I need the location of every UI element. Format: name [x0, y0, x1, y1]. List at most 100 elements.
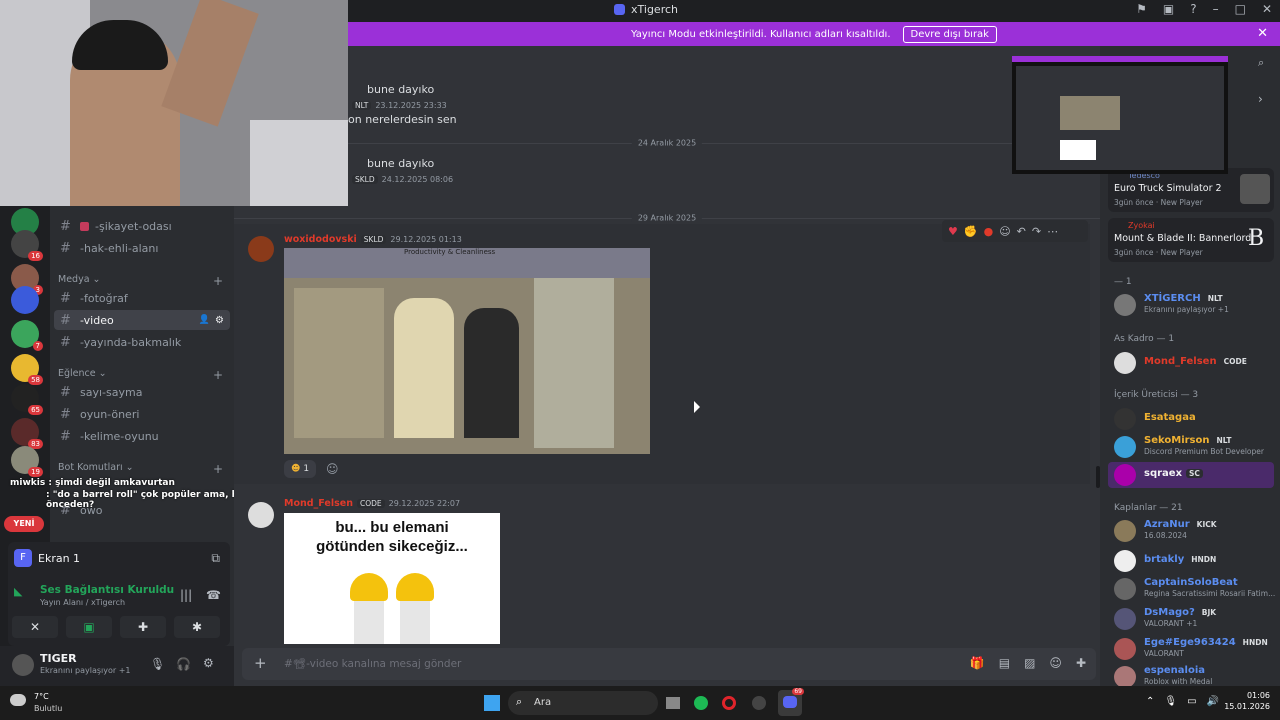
- gift-icon[interactable]: 🎁: [970, 656, 985, 670]
- steam-icon[interactable]: [752, 696, 766, 710]
- activities-button[interactable]: ✚: [120, 616, 166, 638]
- channel-sayi-sayma[interactable]: # sayı-sayma: [54, 382, 230, 402]
- add-channel-icon[interactable]: +: [213, 274, 223, 288]
- volume-icon[interactable]: 🔊: [1207, 696, 1219, 707]
- microphone-icon[interactable]: 🎙: [150, 657, 165, 671]
- settings-gear-icon[interactable]: ⚙: [215, 315, 224, 326]
- headphones-icon[interactable]: 🎧: [176, 657, 191, 671]
- share-screen-button[interactable]: ▣: [66, 616, 112, 638]
- apps-icon[interactable]: ✚: [1076, 656, 1086, 670]
- reaction-chip[interactable]: ☻ 1: [284, 460, 316, 478]
- clock[interactable]: 01:06 15.01.2026: [1224, 691, 1270, 711]
- monitor-icon[interactable]: ▣: [1163, 2, 1174, 16]
- opera-icon[interactable]: [722, 696, 736, 710]
- member-item[interactable]: brtakly HNDN: [1114, 548, 1274, 574]
- inbox-icon[interactable]: ⚑: [1136, 2, 1147, 16]
- taskbar-search[interactable]: ⌕ Ara: [508, 691, 658, 715]
- sticker-icon[interactable]: ▨: [1024, 656, 1035, 670]
- date-divider: 29 Aralık 2025: [234, 213, 1100, 223]
- member-item[interactable]: AzraNur KICK 16.08.2024: [1114, 518, 1274, 544]
- chevron-right-icon[interactable]: ›: [1258, 92, 1263, 106]
- discord-taskbar-icon[interactable]: 69: [778, 688, 804, 716]
- maximize-button[interactable]: □: [1235, 2, 1246, 16]
- emoji-icon[interactable]: ☺: [1049, 656, 1062, 670]
- more-icon[interactable]: ⋯: [1047, 225, 1058, 238]
- stream-preview[interactable]: [1012, 56, 1228, 174]
- search-icon[interactable]: ⌕: [1258, 56, 1264, 70]
- channel-sikayet-odasi[interactable]: # -şikayet-odası: [54, 216, 230, 236]
- red-circle-reaction-icon[interactable]: ●: [984, 225, 994, 238]
- minimize-button[interactable]: –: [1213, 2, 1219, 16]
- avatar[interactable]: [12, 654, 34, 676]
- close-window-button[interactable]: ✕: [1262, 2, 1272, 16]
- attach-plus-icon[interactable]: +: [254, 654, 267, 672]
- add-reaction-icon[interactable]: ☺: [999, 225, 1010, 238]
- add-reaction-icon[interactable]: ☺: [326, 462, 339, 476]
- member-item[interactable]: sqraex SC: [1108, 462, 1274, 488]
- avatar[interactable]: [248, 502, 274, 528]
- message-author[interactable]: woxidodovski: [284, 234, 357, 245]
- new-badge[interactable]: YENİ: [4, 516, 44, 532]
- tongue-emoji-icon: ☻: [290, 464, 301, 474]
- microphone-icon[interactable]: 🎙: [1164, 696, 1177, 707]
- category-media[interactable]: Medya ⌄ +: [58, 274, 223, 288]
- popout-icon[interactable]: ⧉: [211, 551, 220, 566]
- add-channel-icon[interactable]: +: [213, 462, 223, 476]
- close-icon[interactable]: ✕: [1257, 26, 1268, 41]
- gif-icon[interactable]: ▤: [999, 656, 1010, 670]
- chevron-up-icon[interactable]: ⌃: [1146, 696, 1154, 707]
- message-author[interactable]: Mond_Felsen: [284, 498, 353, 509]
- add-channel-icon[interactable]: +: [213, 368, 223, 382]
- activity-card[interactable]: Zyokai Mount & Blade II: Bannerlord 3gün…: [1108, 218, 1274, 262]
- member-item[interactable]: Ege#Ege963424 HNDN VALORANT: [1114, 636, 1274, 662]
- channel-fotograf[interactable]: # -fotoğraf: [54, 288, 230, 308]
- file-explorer-icon[interactable]: [666, 697, 680, 709]
- channel-kelime-oyunu[interactable]: # -kelime-oyunu: [54, 426, 230, 446]
- server-icon[interactable]: [11, 286, 39, 314]
- category-fun[interactable]: Eğlence ⌄ +: [58, 368, 223, 382]
- member-item[interactable]: Mond_Felsen CODE: [1114, 350, 1274, 376]
- video-attachment[interactable]: Productivity & Cleanliness: [284, 248, 650, 454]
- meme-caption: bu... bu elemani: [335, 519, 449, 536]
- soundboard-button[interactable]: ✱: [174, 616, 220, 638]
- avatar[interactable]: [248, 236, 274, 262]
- channel-hak-ehli-alani[interactable]: # -hak-ehli-alanı: [54, 238, 230, 258]
- invite-icon[interactable]: 👤: [199, 315, 210, 325]
- message-composer[interactable]: + #📽-video kanalına mesaj gönder 🎁 ▤ ▨ ☺…: [242, 648, 1096, 680]
- voice-status[interactable]: Ses Bağlantısı Kuruldu: [40, 584, 174, 596]
- member-item[interactable]: DsMago? BJK VALORANT +1: [1114, 606, 1274, 632]
- server-icon[interactable]: 16: [11, 230, 43, 261]
- server-icon[interactable]: 19: [11, 446, 43, 477]
- member-item[interactable]: Esatagaa: [1114, 406, 1274, 432]
- server-icon[interactable]: 7: [11, 320, 43, 351]
- server-icon[interactable]: 83: [11, 418, 43, 449]
- category-bot[interactable]: Bot Komutları ⌄ +: [58, 462, 223, 476]
- server-icon[interactable]: 58: [11, 354, 43, 385]
- channel-video[interactable]: # -video ⚙ 👤: [54, 310, 230, 330]
- channel-oyun-oneri[interactable]: # oyun-öneri: [54, 404, 230, 424]
- timestamp: 24.12.2025 08:06: [381, 175, 454, 184]
- server-icon[interactable]: 65: [11, 384, 43, 415]
- member-item[interactable]: XTİGERCH NLT Ekranını paylaşıyor +1: [1114, 292, 1274, 318]
- help-icon[interactable]: ?: [1190, 2, 1196, 16]
- disable-streamer-mode-button[interactable]: Devre dışı bırak: [902, 25, 997, 43]
- camera-button[interactable]: ✕: [12, 616, 58, 638]
- heart-reaction-icon[interactable]: ♥: [948, 225, 958, 238]
- spotify-icon[interactable]: [694, 696, 708, 710]
- windows-start-icon[interactable]: [484, 695, 500, 711]
- unread-badge: 69: [792, 688, 804, 695]
- disconnect-icon[interactable]: ☎: [206, 588, 221, 602]
- network-icon[interactable]: ▭: [1187, 696, 1196, 707]
- channel-yayinda-bakmalik[interactable]: # -yayında-bakmalık: [54, 332, 230, 352]
- forward-icon[interactable]: ↷: [1032, 225, 1041, 238]
- image-attachment[interactable]: bu... bu elemani götünden sikeceğiz...: [284, 513, 500, 644]
- member-item[interactable]: SekoMirson NLT Discord Premium Bot Develo…: [1114, 434, 1274, 460]
- member-item[interactable]: CaptainSoloBeat Regina Sacratissimi Rosa…: [1114, 576, 1275, 602]
- noise-suppression-icon[interactable]: |||: [180, 588, 192, 602]
- message-input[interactable]: #📽-video kanalına mesaj gönder: [284, 657, 461, 670]
- user-settings-icon[interactable]: ⚙: [203, 656, 214, 670]
- reply-icon[interactable]: ↶: [1017, 225, 1026, 238]
- thumb-reaction-icon[interactable]: ✊: [964, 225, 978, 238]
- avatar: [1114, 408, 1136, 430]
- activity-card[interactable]: Tedesco Euro Truck Simulator 2 3gün önce…: [1108, 168, 1274, 212]
